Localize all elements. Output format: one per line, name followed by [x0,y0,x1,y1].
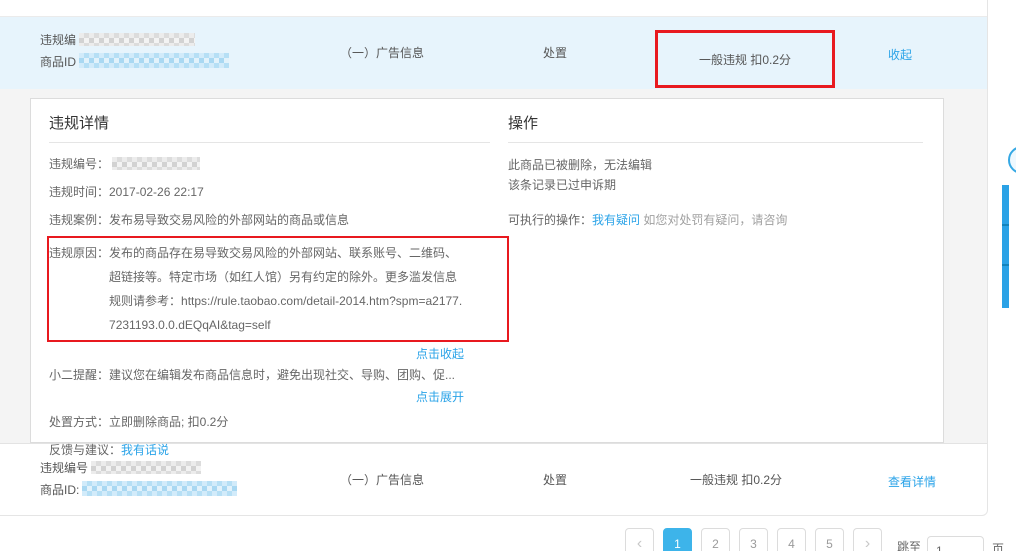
feedback-label: 反馈与建议： [49,443,121,457]
view-detail-link[interactable]: 查看详情 [888,474,936,490]
jump-to-label: 跳至 [897,538,921,551]
operation-title: 操作 [508,99,923,143]
product-id-label: 商品ID: [40,483,79,497]
violation-no-label: 违规编号： [49,157,109,171]
top-divider-strip [0,0,988,17]
violation-time: 违规时间：2017-02-26 22:17 [49,180,490,204]
expand-reminder-link[interactable]: 点击展开 [416,390,464,404]
prev-page-button[interactable]: ‹ [625,528,654,551]
appeal-expired-text: 该条记录已过申诉期 [508,175,923,195]
violation-id-label: 违规编 [40,33,76,47]
violation-reason-text: 发布的商品存在易导致交易风险的外部网站、联系账号、二维码、超链接等。特定市场（如… [109,241,465,337]
page-button-3[interactable]: 3 [739,528,768,551]
redacted-detail-violation-id [112,157,200,170]
floating-toolbar[interactable] [1002,185,1009,308]
collapse-reason-link[interactable]: 点击收起 [416,347,464,361]
pagination: ‹ 1 2 3 4 5 › 跳至 页 [625,528,1004,551]
jump-page-input[interactable] [927,536,984,551]
reason-label: 违规原因： [49,241,109,337]
redacted-violation-id [91,461,201,474]
disposal-method: 处置方式：立即删除商品; 扣0.2分 [49,410,490,434]
redacted-product-id-link[interactable] [82,481,237,496]
violation-reason-highlight-box: 违规原因： 发布的商品存在易导致交易风险的外部网站、联系账号、二维码、超链接等。… [47,236,509,342]
page-button-4[interactable]: 4 [777,528,806,551]
detail-title: 违规详情 [49,99,490,143]
page-button-2[interactable]: 2 [701,528,730,551]
page-button-1[interactable]: 1 [663,528,692,551]
exec-operation-label: 可执行的操作： [508,213,592,227]
penalty-text: 一般违规 扣0.2分 [690,472,782,488]
feedback-link[interactable]: 我有话说 [121,443,169,457]
staff-reminder: 小二提醒：建议您在编辑发布商品信息时，避免出现社交、导购、团购、促... [49,365,490,385]
violation-detail-column: 违规详情 违规编号： 违规时间：2017-02-26 22:17 违规案例：发布… [31,99,490,442]
record-ids: 违规编 商品ID [40,29,229,73]
have-question-link[interactable]: 我有疑问 [592,213,640,227]
redacted-product-id-link[interactable] [79,53,229,68]
floating-helper-icon[interactable] [1008,146,1016,174]
violation-category: （一）广告信息 [340,45,424,61]
record-row-expanded: 违规编 商品ID （一）广告信息 处置 一般违规 扣0.2分 收起 [0,17,987,89]
redacted-violation-id [79,33,195,46]
action-label: 处置 [543,472,567,488]
product-id-label: 商品ID [40,55,76,69]
action-label: 处置 [543,45,567,61]
deleted-status-text: 此商品已被删除，无法编辑 [508,155,923,175]
penalty-highlight-box: 一般违规 扣0.2分 [655,30,835,88]
jump-page-suffix: 页 [992,540,1004,551]
page-button-5[interactable]: 5 [815,528,844,551]
exec-operation-hint: 如您对处罚有疑问，请咨询 [643,213,787,227]
next-page-button[interactable]: › [853,528,882,551]
operation-column: 操作 此商品已被删除，无法编辑 该条记录已过申诉期 可执行的操作：我有疑问 如您… [490,99,943,442]
violation-records-screen: 违规编 商品ID （一）广告信息 处置 一般违规 扣0.2分 收起 违规详情 违… [0,0,1016,551]
record-ids: 违规编号 商品ID: [40,457,237,501]
violation-category: （一）广告信息 [340,472,424,488]
penalty-text: 一般违规 扣0.2分 [699,51,791,68]
violation-id-label: 违规编号 [40,461,88,475]
violation-case: 违规案例：发布易导致交易风险的外部网站的商品或信息 [49,208,490,232]
violation-detail-panel: 违规详情 违规编号： 违规时间：2017-02-26 22:17 违规案例：发布… [30,98,944,443]
collapse-record-link[interactable]: 收起 [888,47,912,63]
